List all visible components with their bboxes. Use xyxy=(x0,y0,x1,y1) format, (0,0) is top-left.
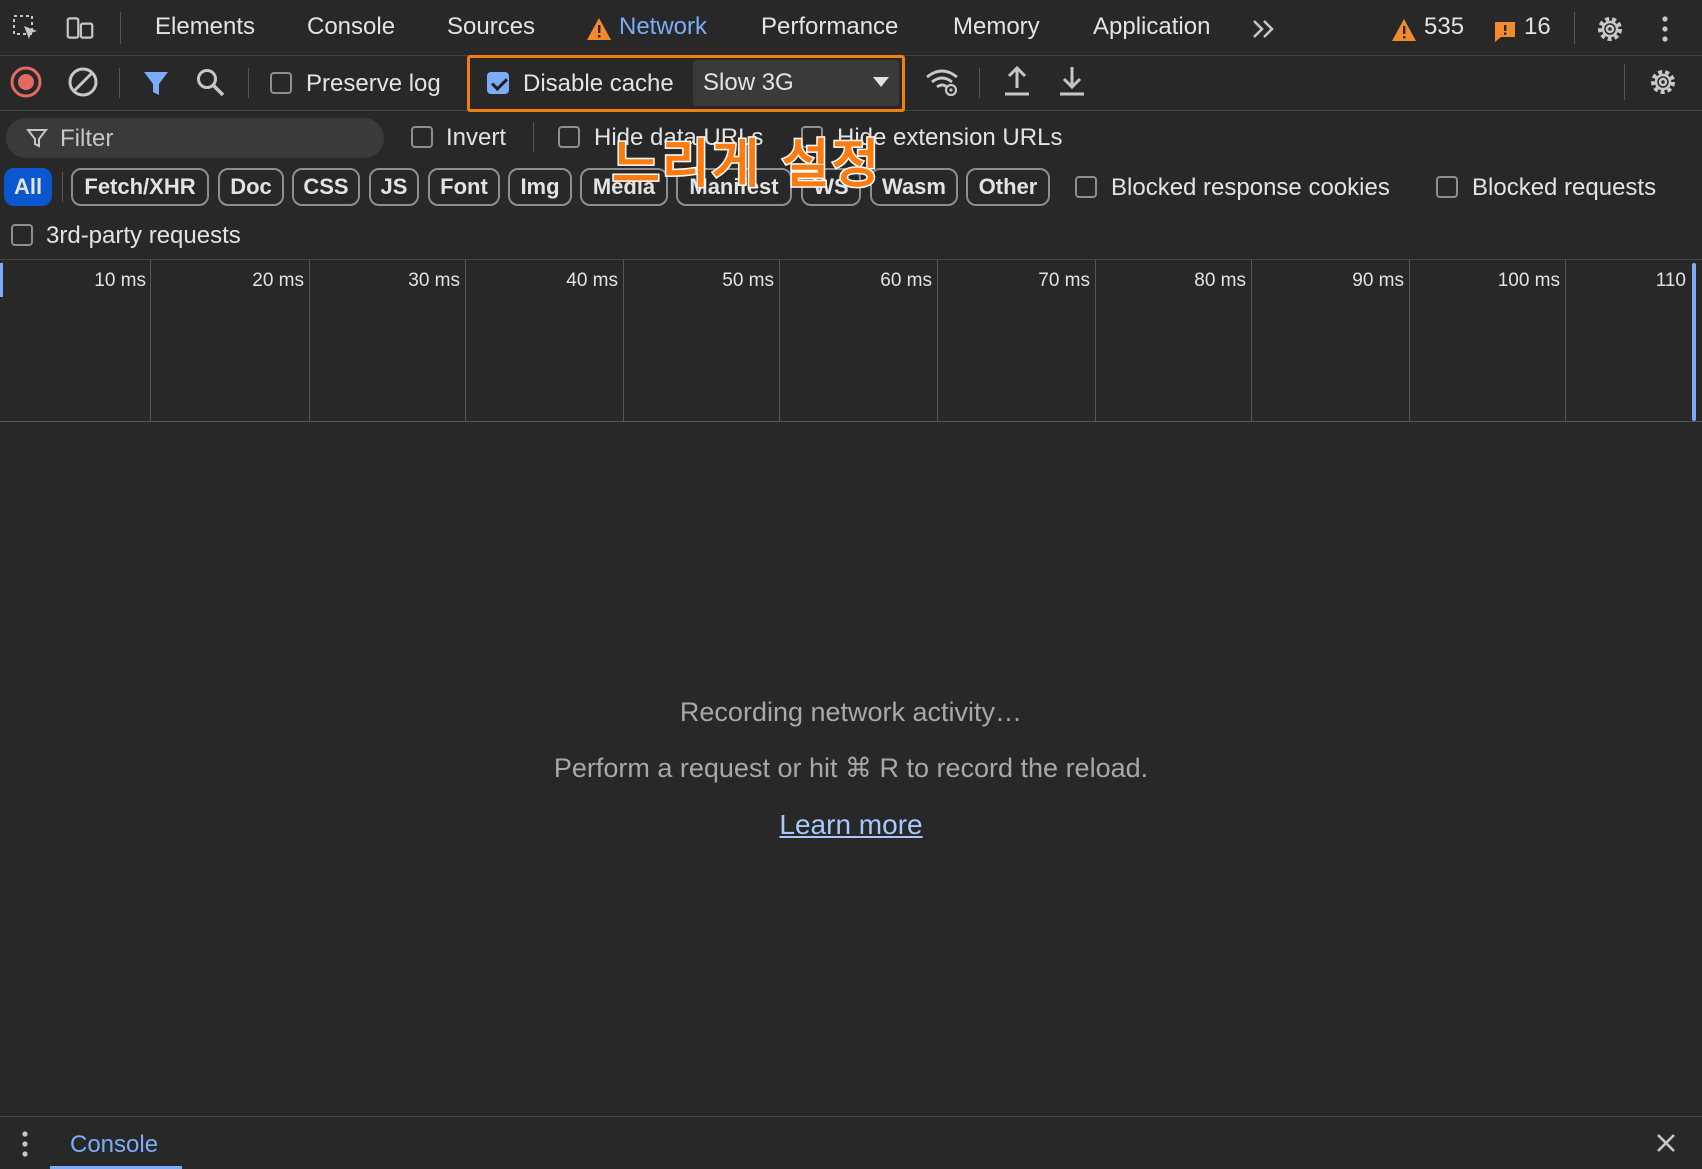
divider xyxy=(62,172,63,202)
warning-count-icon xyxy=(1392,19,1416,41)
blocked-requests-label: Blocked requests xyxy=(1472,174,1657,201)
divider xyxy=(979,68,980,98)
third-party-requests-checkbox[interactable] xyxy=(11,224,33,246)
pill-other[interactable]: Other xyxy=(966,168,1050,206)
pill-doc[interactable]: Doc xyxy=(218,168,284,206)
learn-more-link[interactable]: Learn more xyxy=(779,809,922,840)
tab-console[interactable]: Console xyxy=(307,13,395,41)
tick-line xyxy=(1565,260,1566,422)
highlight-annotation-box xyxy=(467,55,905,112)
pill-img[interactable]: Img xyxy=(508,168,572,206)
pill-css[interactable]: CSS xyxy=(292,168,360,206)
search-icon[interactable] xyxy=(195,67,227,99)
issues-count-icon xyxy=(1495,22,1515,42)
pill-font[interactable]: Font xyxy=(428,168,500,206)
clear-icon[interactable] xyxy=(66,65,100,99)
invert-label: Invert xyxy=(446,124,507,151)
preserve-log-checkbox[interactable] xyxy=(270,72,292,94)
tab-sources[interactable]: Sources xyxy=(447,13,535,41)
blocked-response-cookies-checkbox[interactable] xyxy=(1075,176,1097,198)
tick-label: 60 ms xyxy=(880,270,932,291)
network-conditions-icon[interactable] xyxy=(924,66,960,98)
divider xyxy=(248,68,249,98)
annotation-text: 느리게 설정 xyxy=(610,134,882,197)
tick-label: 110 xyxy=(1655,270,1686,291)
divider xyxy=(1624,64,1625,100)
pill-js[interactable]: JS xyxy=(369,168,419,206)
issues-count[interactable]: 16 xyxy=(1524,13,1551,41)
tick-line xyxy=(937,260,938,422)
network-warning-icon xyxy=(587,18,611,40)
export-har-download-icon[interactable] xyxy=(1058,64,1086,98)
tab-network[interactable]: Network xyxy=(619,13,707,41)
empty-state-title: Recording network activity… xyxy=(679,697,1023,727)
more-options-kebab-icon[interactable] xyxy=(1660,14,1670,44)
divider xyxy=(533,122,534,152)
inspect-element-icon[interactable] xyxy=(12,14,40,42)
tick-line xyxy=(465,260,466,422)
tick-line xyxy=(150,260,151,422)
blocked-requests-checkbox[interactable] xyxy=(1436,176,1458,198)
tab-memory[interactable]: Memory xyxy=(953,13,1040,41)
import-har-upload-icon[interactable] xyxy=(1003,64,1031,98)
warning-count[interactable]: 535 xyxy=(1424,13,1464,41)
devtools-tabbar: Elements Console Sources Network Perform… xyxy=(0,0,1702,56)
tick-label: 100 ms xyxy=(1497,270,1560,291)
tab-performance[interactable]: Performance xyxy=(761,13,898,41)
tick-line xyxy=(309,260,310,422)
filter-icon xyxy=(26,129,48,148)
tick-label: 10 ms xyxy=(94,270,146,291)
bottom-drawer: Console xyxy=(0,1116,1702,1169)
timeline-overview[interactable]: 10 ms 20 ms 30 ms 40 ms 50 ms 60 ms 70 m… xyxy=(0,259,1702,422)
tick-label: 50 ms xyxy=(722,270,774,291)
divider xyxy=(119,68,120,98)
hide-data-urls-checkbox[interactable] xyxy=(558,126,580,148)
tab-elements[interactable]: Elements xyxy=(155,13,255,41)
drawer-tab-console[interactable]: Console xyxy=(70,1131,158,1159)
tick-line xyxy=(623,260,624,422)
divider xyxy=(120,12,121,44)
timeline-left-handle[interactable] xyxy=(0,263,3,297)
tick-line xyxy=(1409,260,1410,422)
tick-label: 90 ms xyxy=(1352,270,1404,291)
timeline-right-handle[interactable] xyxy=(1692,263,1696,421)
filter-placeholder: Filter xyxy=(60,125,114,152)
settings-gear-icon[interactable] xyxy=(1594,13,1626,45)
filter-input[interactable]: Filter xyxy=(6,118,384,158)
stop-recording-icon[interactable] xyxy=(9,65,43,99)
divider xyxy=(1574,12,1575,44)
third-party-requests-label: 3rd-party requests xyxy=(46,222,241,249)
tick-label: 30 ms xyxy=(408,270,460,291)
tick-label: 20 ms xyxy=(252,270,304,291)
tick-line xyxy=(779,260,780,422)
drawer-menu-kebab-icon[interactable] xyxy=(20,1129,30,1159)
invert-checkbox[interactable] xyxy=(411,126,433,148)
preserve-log-label: Preserve log xyxy=(306,70,441,97)
network-settings-gear-icon[interactable] xyxy=(1647,66,1679,98)
blocked-response-cookies-label: Blocked response cookies xyxy=(1111,174,1390,201)
tick-line xyxy=(1251,260,1252,422)
filter-funnel-icon[interactable] xyxy=(141,68,171,98)
close-drawer-icon[interactable] xyxy=(1655,1132,1677,1154)
tab-application[interactable]: Application xyxy=(1093,13,1210,41)
tick-label: 70 ms xyxy=(1038,270,1090,291)
pill-all[interactable]: All xyxy=(4,168,52,206)
pill-wasm[interactable]: Wasm xyxy=(870,168,958,206)
pill-fetch-xhr[interactable]: Fetch/XHR xyxy=(71,168,209,206)
learn-more-container: Learn more xyxy=(0,809,1702,841)
tick-label: 40 ms xyxy=(566,270,618,291)
more-tabs-chevron-icon[interactable] xyxy=(1251,18,1277,40)
tick-line xyxy=(1095,260,1096,422)
device-toolbar-icon[interactable] xyxy=(66,14,94,42)
tick-label: 80 ms xyxy=(1194,270,1246,291)
empty-state-hint: Perform a request or hit ⌘ R to record t… xyxy=(553,753,1149,783)
